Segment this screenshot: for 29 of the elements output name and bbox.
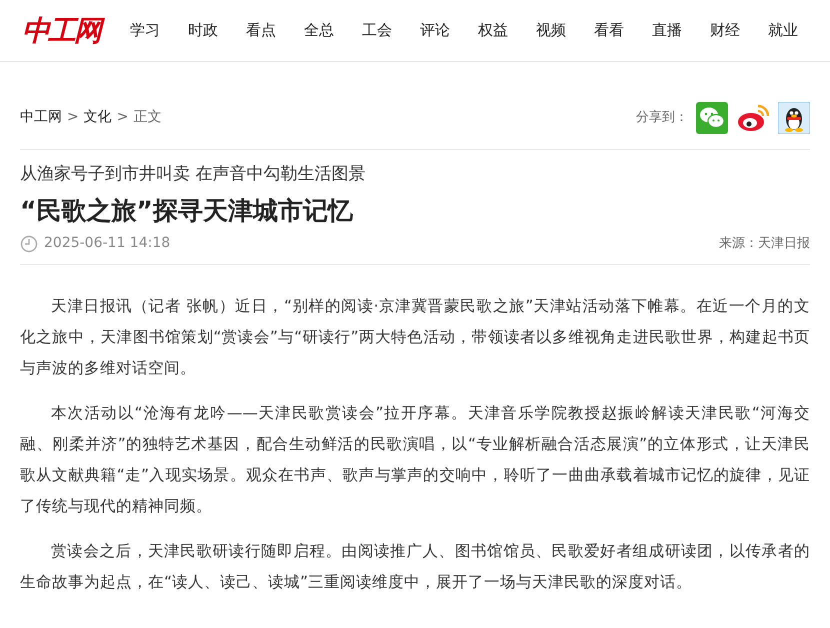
nav-link[interactable]: 看看 (594, 19, 624, 42)
article-paragraph: 本次活动以“沧海有龙吟——天津民歌赏读会”拉开序幕。天津音乐学院教授赵振岭解读天津民歌“河海交融、刚柔并济”的独特艺术基因，配合生动鲜活的民歌演唱，以“专业解析融合活态展演”的立体形式，让天津民歌从文献典籍“走”入现实场景。观众在书声、歌声与掌声的交响中，聆听了一曲曲承载着城市记忆的旋律，见证了传统与现代的精神同频。 (20, 403, 810, 517)
site-logo[interactable]: 中工网 (22, 10, 130, 52)
article-paragraph: 赏读会之后，天津民歌研读行随即启程。由阅读推广人、图书馆馆员、民歌爱好者组成研读团，以传承者的生命故事为起点，在“读人、读己、读城”三重阅读维度中，展开了一场与天津民歌的深度对话。 (20, 541, 810, 593)
nav-link[interactable]: 学习 (130, 19, 160, 42)
nav-link[interactable]: 权益 (478, 19, 508, 42)
nav-link[interactable]: 评论 (420, 19, 450, 42)
nav-link[interactable]: 看点 (246, 19, 276, 42)
article-subtitle: 从渔家号子到市井叫卖 在声音中勾勒生活图景 (20, 163, 366, 186)
nav-link[interactable]: 就业 (768, 19, 798, 42)
nav-link[interactable]: 直播 (652, 19, 682, 42)
article-paragraph: 天津日报讯（记者 张帆）近日，“别样的阅读·京津冀晋蒙民歌之旅”天津站活动落下帷幕。在近一个月的文化之旅中，天津图书馆策划“赏读会”与“研读行”两大特色活动，带领读者以多维视角走进民歌世界，构建起书页与声波的多维对话空间。 (20, 296, 810, 379)
nav-link[interactable]: 财经 (710, 19, 740, 42)
breadcrumb-separator: > (67, 108, 79, 127)
nav-link[interactable]: 全总 (304, 19, 334, 42)
penguin-icon[interactable] (778, 102, 810, 134)
share-label: 分享到： (636, 108, 688, 127)
article-title: “民歌之旅”探寻天津城市记忆 (20, 194, 354, 226)
article-source: 来源：天津日报 (719, 234, 810, 253)
breadcrumb-separator: > (116, 108, 128, 127)
nav-link[interactable]: 工会 (362, 19, 392, 42)
chat-bubbles-icon[interactable] (696, 102, 728, 134)
breadcrumb-link[interactable]: 文化 (84, 107, 112, 128)
breadcrumb-link[interactable]: 中工网 (20, 107, 62, 128)
publish-date: 2025-06-11 14:18 (44, 234, 170, 253)
nav-link[interactable]: 视频 (536, 19, 566, 42)
clock-icon (20, 234, 38, 252)
breadcrumb-link[interactable]: 正文 (133, 107, 162, 128)
nav-link[interactable]: 时政 (188, 19, 218, 42)
